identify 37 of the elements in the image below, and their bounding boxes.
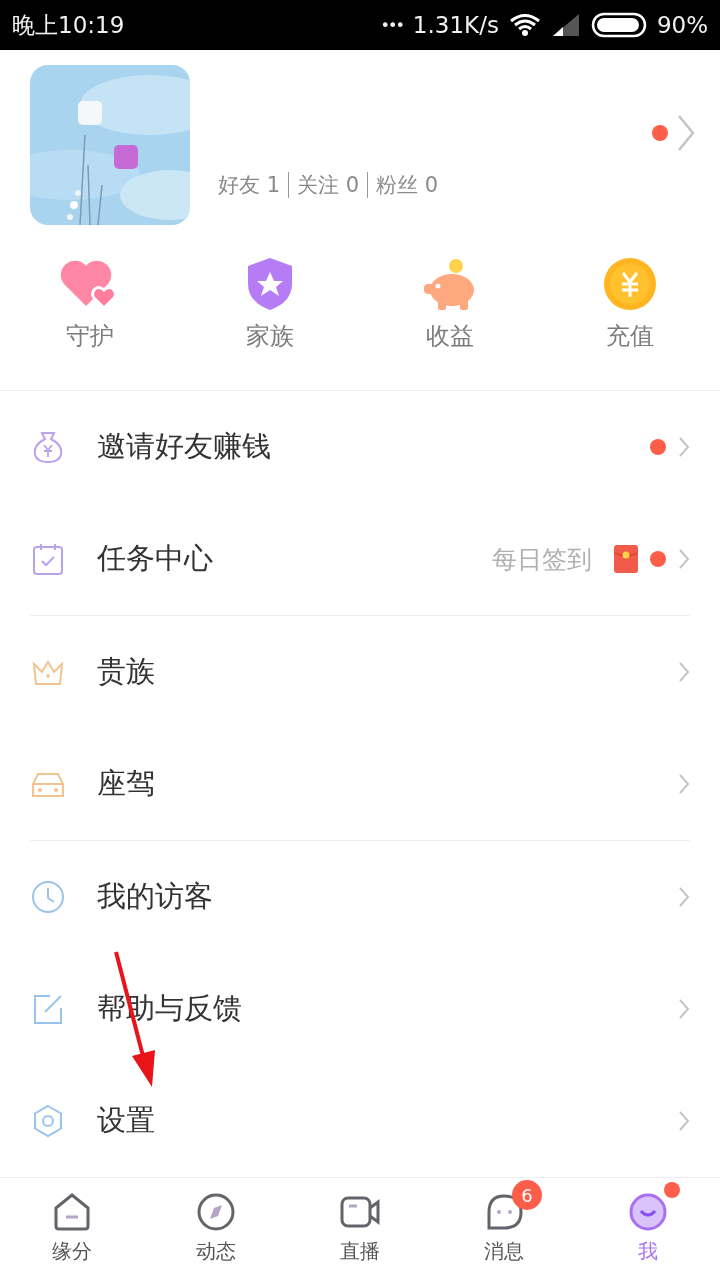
shortcut-label[interactable]: 收益 xyxy=(426,320,474,352)
notification-dots: ••• xyxy=(380,15,403,35)
clock-time: 晚上10:19 xyxy=(12,10,125,40)
tab[interactable]: 动态 xyxy=(144,1178,288,1280)
shortcut-label[interactable]: 充值 xyxy=(606,320,654,352)
chevron-right-icon xyxy=(678,548,690,570)
tab[interactable]: 6 消息 xyxy=(432,1178,576,1280)
unread-badge: 6 xyxy=(512,1180,542,1210)
profile-stat[interactable]: 关注 0 xyxy=(297,171,360,199)
chevron-right-icon xyxy=(678,436,690,458)
chevron-right-icon xyxy=(678,998,690,1020)
menu-item[interactable]: 任务中心 xyxy=(97,539,492,579)
menu-item[interactable]: 邀请好友赚钱 xyxy=(97,427,650,467)
tab[interactable]: 缘分 xyxy=(0,1178,144,1280)
menu-item[interactable]: 贵族 xyxy=(97,652,678,692)
network-speed: 1.31K/s xyxy=(412,12,499,38)
yen-coin-icon[interactable] xyxy=(603,256,657,312)
chevron-right-icon xyxy=(678,886,690,908)
menu-item[interactable]: 我的访客 xyxy=(97,877,678,917)
calendar-check-icon xyxy=(30,541,66,577)
chevron-right-icon xyxy=(678,661,690,683)
shortcut-label[interactable]: 家族 xyxy=(246,320,294,352)
smile-face-icon xyxy=(628,1192,668,1232)
battery-icon xyxy=(590,12,647,38)
menu-hint: 每日签到 xyxy=(492,543,592,576)
wifi-icon xyxy=(508,13,541,37)
battery-percent: 90% xyxy=(656,12,708,38)
tab[interactable]: 直播 xyxy=(288,1178,432,1280)
menu-item[interactable]: 设置 xyxy=(97,1101,678,1141)
house-icon xyxy=(52,1192,92,1232)
chevron-right-icon[interactable] xyxy=(676,113,696,153)
menu-item[interactable]: 座驾 xyxy=(97,764,678,804)
shortcut-label[interactable]: 守护 xyxy=(66,320,114,352)
compass-icon xyxy=(196,1192,236,1232)
clock-icon xyxy=(30,879,66,915)
chevron-right-icon xyxy=(678,773,690,795)
chevron-right-icon xyxy=(678,1110,690,1132)
